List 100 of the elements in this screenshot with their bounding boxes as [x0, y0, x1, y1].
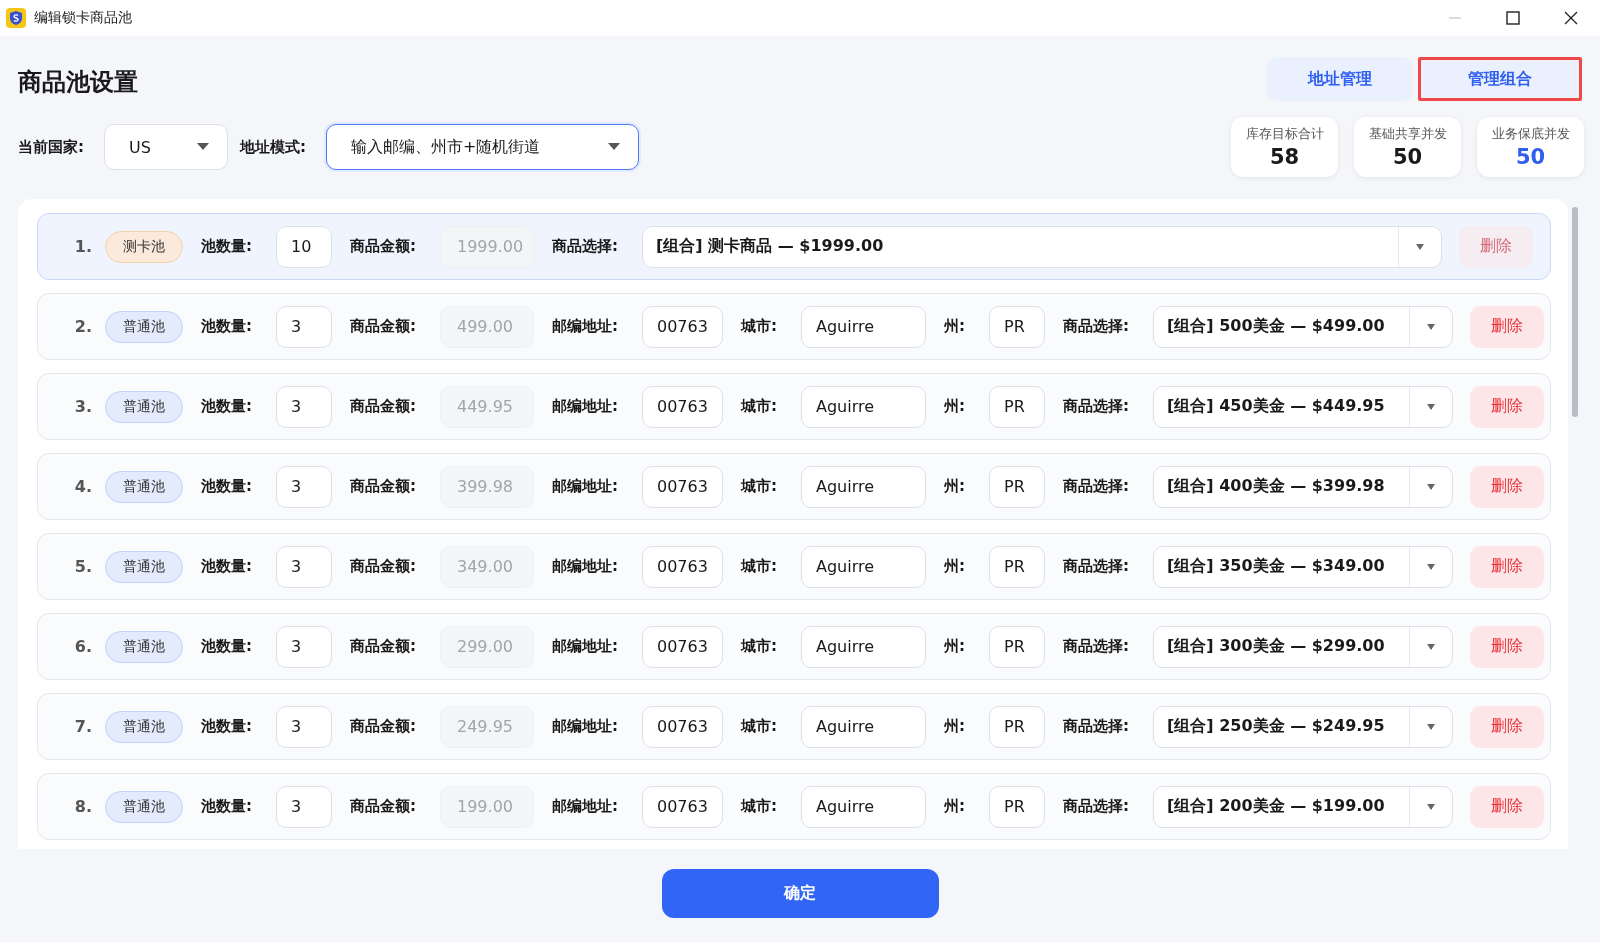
product-dropdown[interactable]: [组合] 300美金 — $299.00 [1153, 625, 1453, 668]
state-field[interactable]: PR [989, 785, 1045, 828]
field-label: 池数量: [201, 557, 252, 576]
pool-row[interactable]: 3. 普通池 池数量: 3 商品金额: 449.95 邮编地址: 00763 城市: Aguirre 州: PR 商品选择: [组合] 450美金 — $449.95 删除 [37, 373, 1551, 440]
field-label: 池数量: [201, 317, 252, 336]
field-label: 商品金额: [350, 477, 416, 496]
field-label: 州: [944, 637, 965, 656]
product-dropdown[interactable]: [组合] 450美金 — $449.95 [1153, 385, 1453, 428]
product-dropdown[interactable]: [组合] 350美金 — $349.00 [1153, 545, 1453, 588]
field-label: 邮编地址: [552, 637, 618, 656]
caret-icon [1427, 803, 1435, 810]
dropdown[interactable]: 输入邮编、州市+随机街道 [326, 124, 639, 170]
field-label: 城市: [741, 717, 777, 736]
product-dropdown[interactable]: [组合] 250美金 — $249.95 [1153, 705, 1453, 748]
city-field[interactable]: Aguirre [801, 465, 926, 508]
delete-button[interactable]: 删除 [1470, 465, 1544, 508]
field-label: 商品金额: [350, 797, 416, 816]
state-field[interactable]: PR [989, 705, 1045, 748]
zip-field[interactable]: 00763 [642, 705, 723, 748]
header-button[interactable]: 管理组合 [1418, 57, 1582, 101]
city-field[interactable]: Aguirre [801, 385, 926, 428]
state-field[interactable]: PR [989, 465, 1045, 508]
field-label: 地址模式: [240, 137, 306, 157]
quantity-field[interactable]: 3 [276, 785, 332, 828]
delete-button[interactable]: 删除 [1470, 785, 1544, 828]
field-label: 当前国家: [18, 137, 84, 157]
caret-icon [1427, 563, 1435, 570]
city-field[interactable]: Aguirre [801, 625, 926, 668]
pool-tag: 普通池 [105, 390, 183, 423]
quantity-field[interactable]: 3 [276, 465, 332, 508]
stat-value: 50 [1515, 145, 1546, 169]
delete-button[interactable]: 删除 [1470, 305, 1544, 348]
pool-tag: 普通池 [105, 790, 183, 823]
pool-row[interactable]: 7. 普通池 池数量: 3 商品金额: 249.95 邮编地址: 00763 城市: Aguirre 州: PR 商品选择: [组合] 250美金 — $249.95 删除 [37, 693, 1551, 760]
delete-button[interactable]: 删除 [1470, 545, 1544, 588]
field-label: 商品选择: [552, 237, 618, 256]
field-label: 城市: [741, 477, 777, 496]
field-label: 城市: [741, 557, 777, 576]
pool-tag: 普通池 [105, 310, 183, 343]
city-field[interactable]: Aguirre [801, 785, 926, 828]
pool-row[interactable]: 8. 普通池 池数量: 3 商品金额: 199.00 邮编地址: 00763 城市: Aguirre 州: PR 商品选择: [组合] 200美金 — $199.00 删除 [37, 773, 1551, 840]
product-dropdown[interactable]: [组合] 测卡商品 — $1999.00 [642, 225, 1442, 268]
delete-button[interactable]: 删除 [1470, 625, 1544, 668]
field-label: 池数量: [201, 717, 252, 736]
field-label: 商品选择: [1063, 557, 1129, 576]
zip-field[interactable]: 00763 [642, 625, 723, 668]
city-field[interactable]: Aguirre [801, 705, 926, 748]
product-dropdown[interactable]: [组合] 500美金 — $499.00 [1153, 305, 1453, 348]
caret-icon [1427, 483, 1435, 490]
quantity-field[interactable]: 3 [276, 545, 332, 588]
product-dropdown[interactable]: [组合] 200美金 — $199.00 [1153, 785, 1453, 828]
row-number: 2. [73, 317, 92, 336]
state-field[interactable]: PR [989, 625, 1045, 668]
caret-icon [1427, 723, 1435, 730]
quantity-field[interactable]: 3 [276, 625, 332, 668]
state-field[interactable]: PR [989, 385, 1045, 428]
field-label: 池数量: [201, 477, 252, 496]
field-label: 邮编地址: [552, 557, 618, 576]
field-label: 城市: [741, 397, 777, 416]
field-label: 城市: [741, 797, 777, 816]
quantity-field[interactable]: 3 [276, 705, 332, 748]
state-field[interactable]: PR [989, 305, 1045, 348]
field-label: 池数量: [201, 637, 252, 656]
state-field[interactable]: PR [989, 545, 1045, 588]
header-button[interactable]: 地址管理 [1266, 57, 1414, 101]
dropdown[interactable]: US [104, 124, 228, 170]
city-field[interactable]: Aguirre [801, 545, 926, 588]
pool-row[interactable]: 6. 普通池 池数量: 3 商品金额: 299.00 邮编地址: 00763 城市: Aguirre 州: PR 商品选择: [组合] 300美金 — $299.00 删除 [37, 613, 1551, 680]
quantity-field[interactable]: 10 [276, 225, 332, 268]
zip-field[interactable]: 00763 [642, 305, 723, 348]
field-label: 州: [944, 797, 965, 816]
field-label: 州: [944, 317, 965, 336]
quantity-field[interactable]: 3 [276, 385, 332, 428]
field-label: 商品金额: [350, 717, 416, 736]
confirm-button[interactable]: 确定 [661, 869, 939, 918]
row-number: 7. [73, 717, 92, 736]
pool-row[interactable]: 2. 普通池 池数量: 3 商品金额: 499.00 邮编地址: 00763 城市: Aguirre 州: PR 商品选择: [组合] 500美金 — $499.00 删除 [37, 293, 1551, 360]
product-dropdown[interactable]: [组合] 400美金 — $399.98 [1153, 465, 1453, 508]
stat-label: 库存目标合计 [1245, 125, 1324, 143]
field-label: 池数量: [201, 797, 252, 816]
pool-row[interactable]: 4. 普通池 池数量: 3 商品金额: 399.98 邮编地址: 00763 城市: Aguirre 州: PR 商品选择: [组合] 400美金 — $399.98 删除 [37, 453, 1551, 520]
field-label: 商品金额: [350, 397, 416, 416]
zip-field[interactable]: 00763 [642, 385, 723, 428]
scrollbar[interactable] [1572, 207, 1578, 417]
close-icon[interactable] [1564, 11, 1578, 25]
field-label: 城市: [741, 317, 777, 336]
zip-field[interactable]: 00763 [642, 545, 723, 588]
maximize-icon[interactable] [1506, 11, 1520, 25]
pool-row[interactable]: 5. 普通池 池数量: 3 商品金额: 349.00 邮编地址: 00763 城市: Aguirre 州: PR 商品选择: [组合] 350美金 — $349.00 删除 [37, 533, 1551, 600]
zip-field[interactable]: 00763 [642, 785, 723, 828]
field-label: 商品选择: [1063, 797, 1129, 816]
delete-button[interactable]: 删除 [1470, 385, 1544, 428]
city-field[interactable]: Aguirre [801, 305, 926, 348]
field-label: 商品金额: [350, 237, 416, 256]
zip-field[interactable]: 00763 [642, 465, 723, 508]
pool-tag: 普通池 [105, 470, 183, 503]
window-title: 编辑锁卡商品池 [34, 9, 132, 27]
delete-button[interactable]: 删除 [1470, 705, 1544, 748]
field-label: 州: [944, 717, 965, 736]
quantity-field[interactable]: 3 [276, 305, 332, 348]
